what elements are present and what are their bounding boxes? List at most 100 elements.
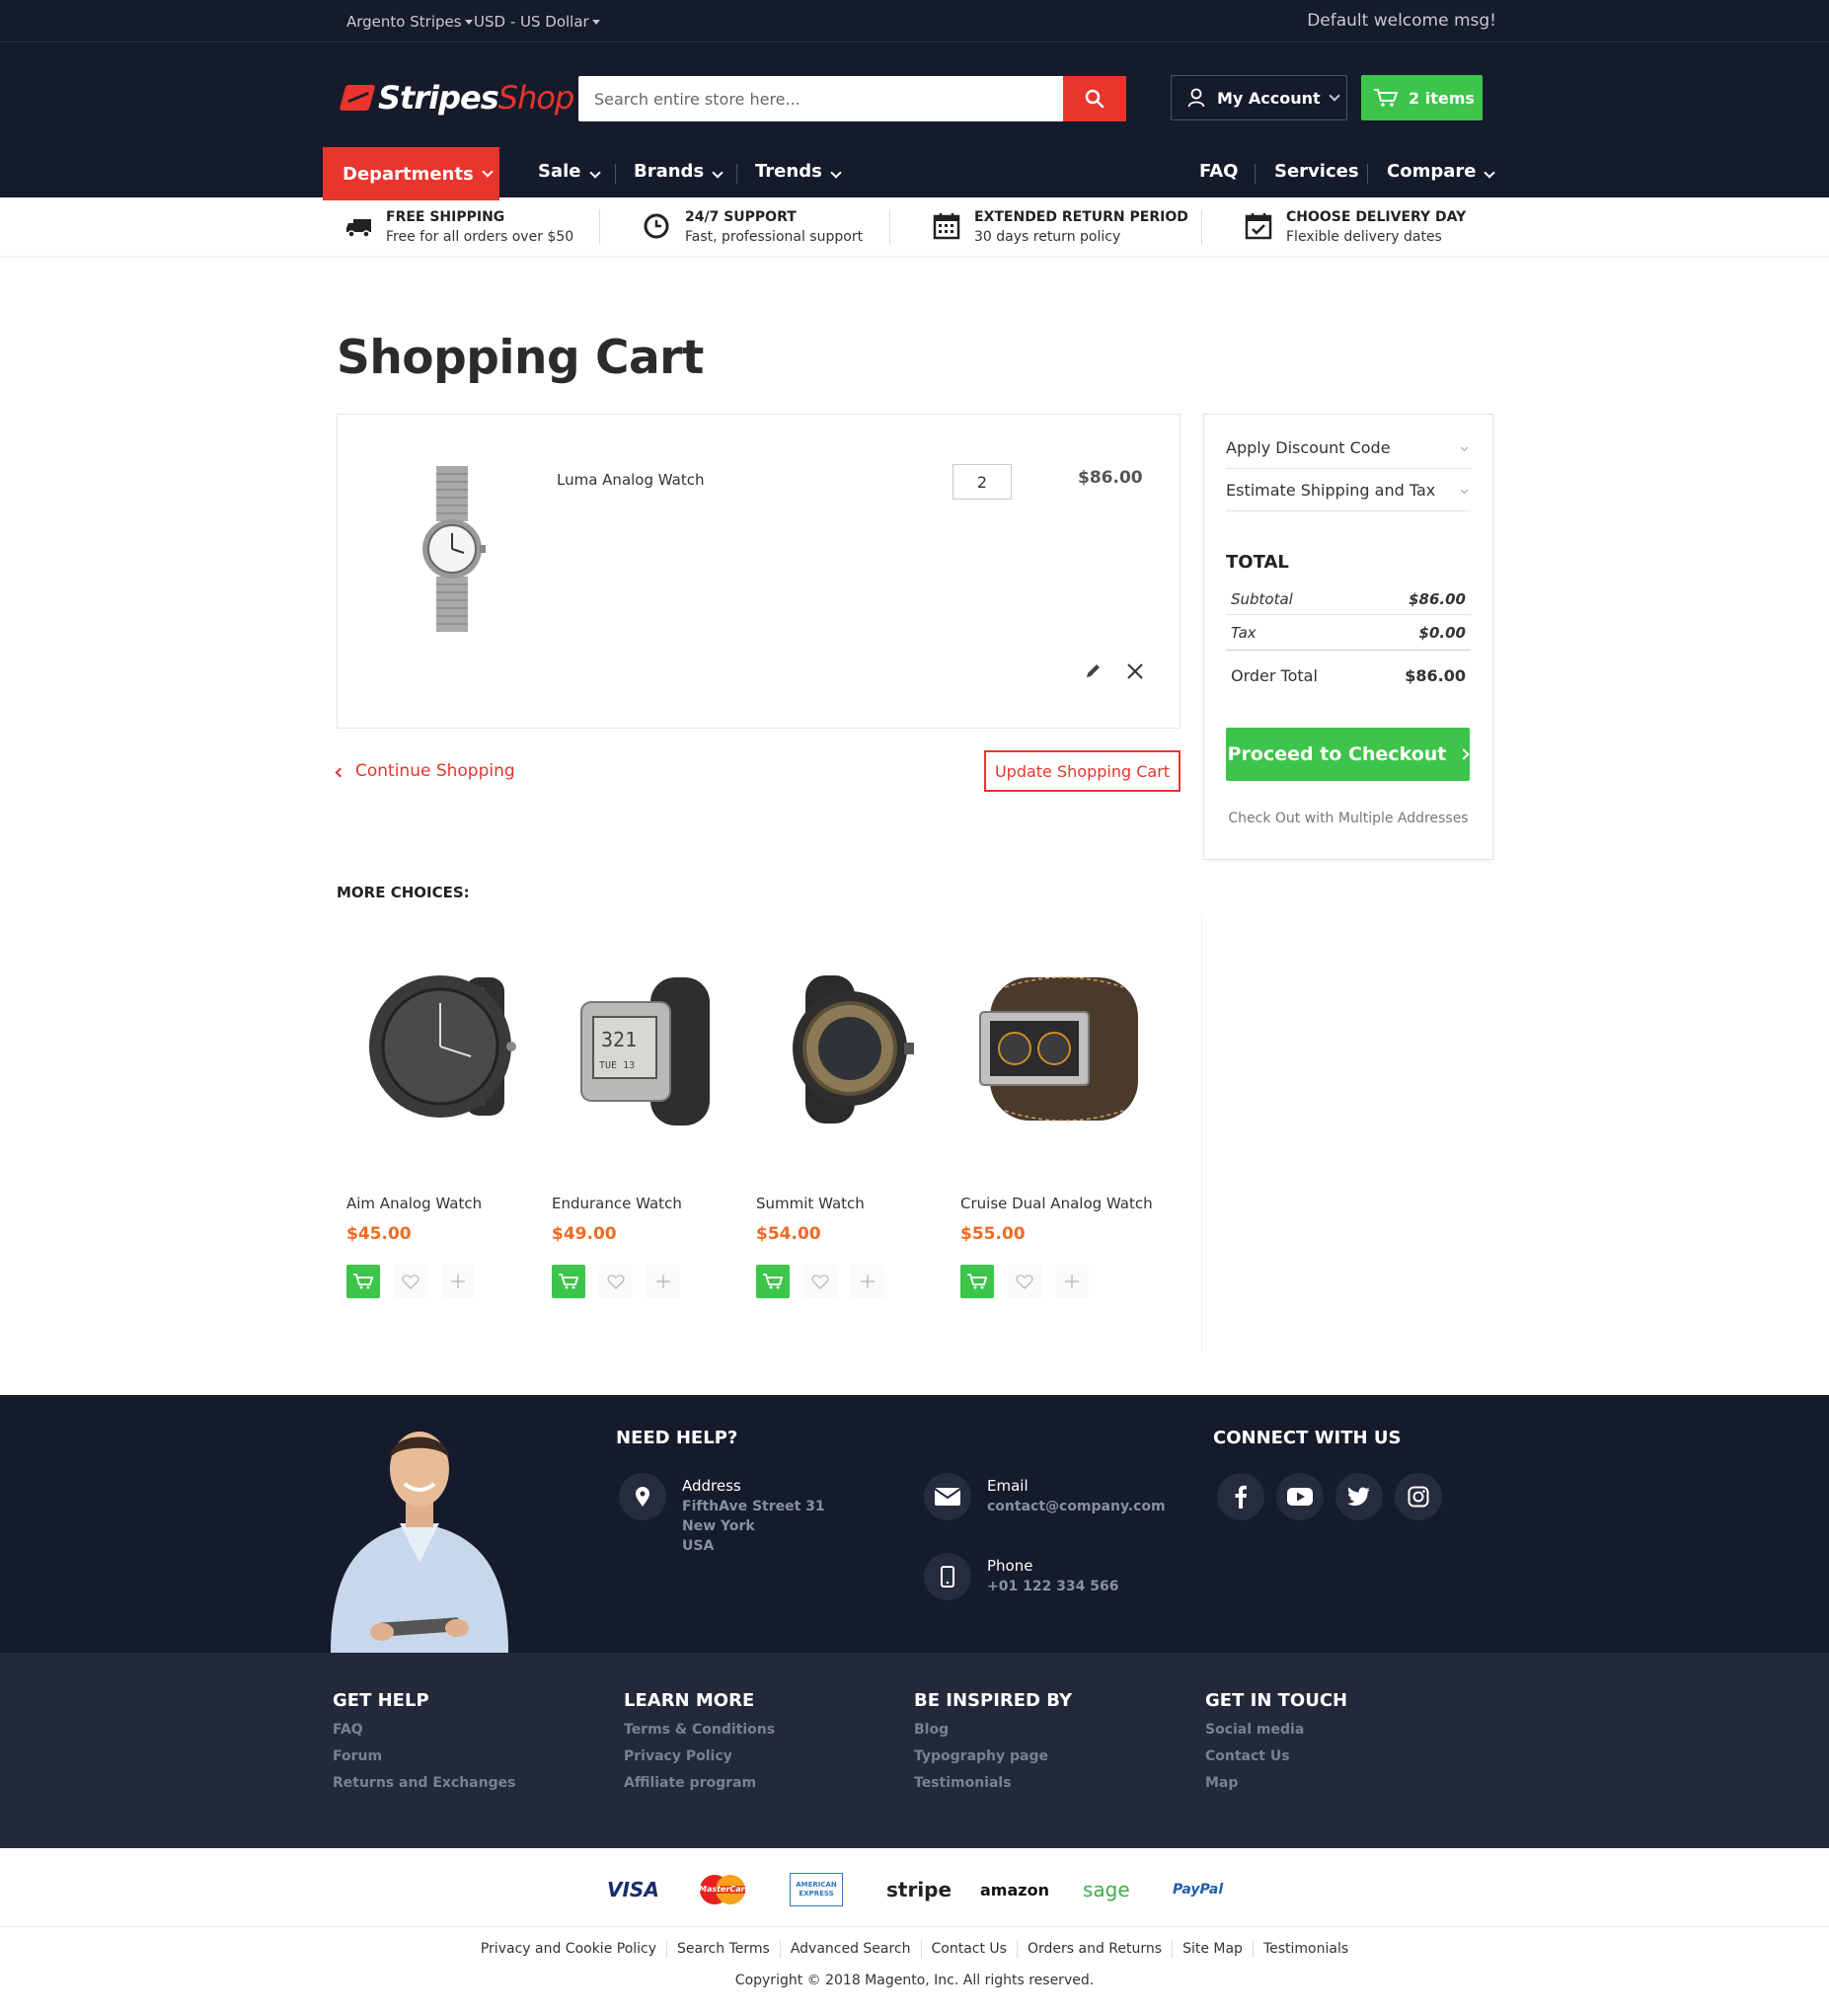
currency-switcher[interactable]: USD - US Dollar	[474, 13, 600, 31]
multiple-addresses-link[interactable]: Check Out with Multiple Addresses	[1204, 811, 1492, 826]
add-to-cart-button[interactable]	[552, 1265, 585, 1298]
checkout-label: Proceed to Checkout	[1227, 743, 1447, 765]
cart-item-name[interactable]: Luma Analog Watch	[557, 471, 704, 489]
close-icon[interactable]	[1125, 661, 1145, 681]
facebook-icon[interactable]	[1217, 1473, 1264, 1520]
logo[interactable]: Stripes Shop	[339, 75, 574, 120]
caret-down-icon	[464, 20, 473, 25]
product-image-endurance-watch[interactable]: 321 TUE 13	[552, 948, 745, 1145]
footer-link[interactable]: Testimonials	[914, 1775, 1072, 1791]
add-to-wishlist-button[interactable]	[394, 1265, 427, 1298]
cart-item-price: $86.00	[1078, 468, 1143, 488]
product-name[interactable]: Summit Watch	[756, 1195, 950, 1212]
support-person-image	[331, 1432, 508, 1653]
benefit-divider	[599, 209, 600, 245]
bottom-link[interactable]: Search Terms	[677, 1941, 770, 1957]
update-cart-button[interactable]: Update Shopping Cart	[984, 750, 1181, 792]
product-actions	[960, 1265, 1154, 1298]
divider	[1226, 650, 1471, 651]
product-price: $49.00	[552, 1224, 617, 1244]
footer-link[interactable]: Blog	[914, 1722, 1072, 1738]
search-input[interactable]	[578, 76, 1063, 121]
address-value: FifthAve Street 31 New York USA	[682, 1497, 825, 1556]
product-actions	[552, 1265, 745, 1298]
proceed-to-checkout-button[interactable]: Proceed to Checkout	[1226, 728, 1471, 781]
email-value[interactable]: contact@company.com	[987, 1497, 1166, 1516]
footer-link[interactable]: Returns and Exchanges	[333, 1775, 515, 1791]
footer-column-get-help: GET HELP FAQ Forum Returns and Exchanges	[333, 1690, 515, 1791]
product-image-summit-watch[interactable]	[756, 948, 950, 1145]
continue-shopping-link[interactable]: Continue Shopping	[335, 761, 515, 781]
search-button[interactable]	[1063, 76, 1126, 121]
add-to-compare-button[interactable]	[1055, 1265, 1089, 1298]
product-name[interactable]: Endurance Watch	[552, 1195, 745, 1212]
store-switcher-label: Argento Stripes	[346, 13, 462, 31]
discount-code-toggle[interactable]: Apply Discount Code	[1226, 426, 1471, 469]
product-name[interactable]: Aim Analog Watch	[346, 1195, 540, 1212]
product-image-luma-watch[interactable]	[413, 464, 492, 634]
discount-code-label: Apply Discount Code	[1226, 437, 1391, 457]
add-to-cart-button[interactable]	[756, 1265, 790, 1298]
heart-icon	[402, 1275, 419, 1289]
welcome-message: Default welcome msg!	[1307, 11, 1496, 31]
add-to-wishlist-button[interactable]	[1008, 1265, 1041, 1298]
add-to-wishlist-button[interactable]	[599, 1265, 633, 1298]
add-to-compare-button[interactable]	[441, 1265, 475, 1298]
cart-summary: Apply Discount Code Estimate Shipping an…	[1203, 414, 1493, 860]
nav-divider	[736, 164, 737, 184]
store-switcher[interactable]: Argento Stripes	[346, 13, 473, 31]
footer-link[interactable]: FAQ	[333, 1722, 515, 1738]
twitter-icon[interactable]	[1335, 1473, 1383, 1520]
footer-link[interactable]: Affiliate program	[624, 1775, 775, 1791]
envelope-icon	[924, 1473, 971, 1520]
add-to-compare-button[interactable]	[647, 1265, 680, 1298]
logo-text-secondary: Shop	[497, 79, 574, 116]
footer-link[interactable]: Terms & Conditions	[624, 1722, 775, 1738]
stripe-logo: stripe	[886, 1878, 953, 1901]
benefit-title: 24/7 SUPPORT	[685, 209, 797, 225]
youtube-icon[interactable]	[1276, 1473, 1324, 1520]
nav-item-faq[interactable]: FAQ	[1199, 161, 1238, 182]
bottom-link[interactable]: Site Map	[1182, 1941, 1243, 1957]
nav-item-sale[interactable]: Sale	[538, 161, 601, 182]
pencil-icon[interactable]	[1085, 661, 1103, 679]
product-image-aim-watch[interactable]	[346, 948, 540, 1145]
bottom-link[interactable]: Orders and Returns	[1028, 1941, 1162, 1957]
product-image-cruise-watch[interactable]	[960, 948, 1154, 1145]
logo-mark-icon	[339, 85, 376, 111]
bottom-link[interactable]: Testimonials	[1263, 1941, 1348, 1957]
nav-item-brands[interactable]: Brands	[634, 161, 724, 182]
amazon-logo: amazon	[980, 1880, 1049, 1900]
cart-item-qty-input[interactable]	[953, 464, 1012, 500]
add-to-wishlist-button[interactable]	[803, 1265, 837, 1298]
nav-item-label: Compare	[1387, 161, 1477, 182]
nav-item-compare[interactable]: Compare	[1387, 161, 1496, 182]
add-to-cart-button[interactable]	[960, 1265, 994, 1298]
minicart-button[interactable]: 2 items	[1361, 75, 1483, 120]
footer-link[interactable]: Typography page	[914, 1748, 1072, 1764]
benefit-subtitle: Flexible delivery dates	[1286, 229, 1442, 245]
add-to-cart-button[interactable]	[346, 1265, 380, 1298]
bottom-link[interactable]: Privacy and Cookie Policy	[481, 1941, 656, 1957]
nav-item-trends[interactable]: Trends	[755, 161, 842, 182]
product-price: $45.00	[346, 1224, 412, 1244]
add-to-compare-button[interactable]	[851, 1265, 884, 1298]
bottom-link[interactable]: Contact Us	[932, 1941, 1007, 1957]
bottom-link[interactable]: Advanced Search	[791, 1941, 911, 1957]
departments-menu[interactable]: Departments	[323, 147, 499, 200]
my-account-button[interactable]: My Account	[1171, 75, 1347, 120]
footer-links-section: GET HELP FAQ Forum Returns and Exchanges…	[0, 1653, 1829, 1848]
nav-item-services[interactable]: Services	[1274, 161, 1359, 182]
benefit-free-shipping: FREE SHIPPING Free for all orders over $5…	[344, 209, 573, 249]
instagram-icon[interactable]	[1395, 1473, 1442, 1520]
footer-link[interactable]: Map	[1205, 1775, 1347, 1791]
truck-icon	[346, 219, 371, 238]
shipping-tax-toggle[interactable]: Estimate Shipping and Tax	[1226, 469, 1471, 511]
footer-link[interactable]: Privacy Policy	[624, 1748, 775, 1764]
footer-link[interactable]: Social media	[1205, 1722, 1347, 1738]
chevron-down-icon	[1329, 89, 1340, 102]
footer-link[interactable]: Forum	[333, 1748, 515, 1764]
footer-link[interactable]: Contact Us	[1205, 1748, 1347, 1764]
payment-methods: VISA MasterCard AMERICAN EXPRESS stripe …	[0, 1848, 1829, 1927]
product-name[interactable]: Cruise Dual Analog Watch	[960, 1195, 1154, 1212]
